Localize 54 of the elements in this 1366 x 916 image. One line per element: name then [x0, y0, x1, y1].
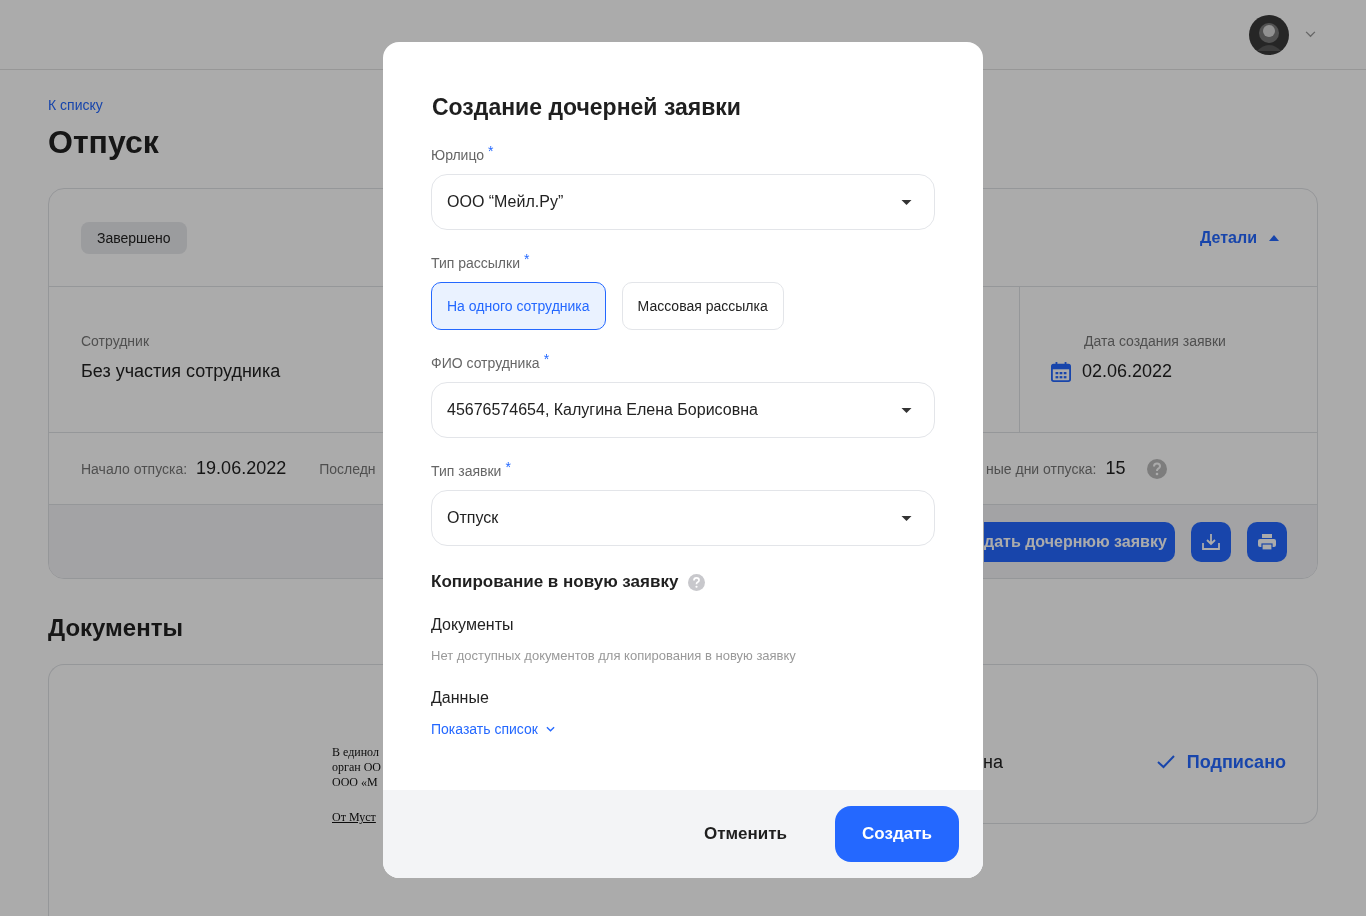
- vacation-start-value: 19.06.2022: [196, 458, 287, 479]
- select-field[interactable]: 45676574654, Калугина Елена Борисовна: [431, 382, 935, 438]
- vacation-start-label: Начало отпуска:: [81, 460, 188, 477]
- created-date-value: 02.06.2022: [1082, 361, 1173, 382]
- required-mark: *: [543, 350, 550, 368]
- calendar-icon: [1051, 361, 1071, 382]
- subsection-title: Документы: [431, 616, 515, 634]
- cancel-button[interactable]: Отменить: [703, 824, 787, 844]
- vacation-days-label: ные дни отпуска:: [986, 460, 1097, 477]
- select-field[interactable]: ООО “Мейл.Ру”: [431, 174, 935, 230]
- download-icon: [1201, 531, 1221, 552]
- field-label: Тип заявки: [431, 462, 502, 480]
- required-mark: *: [505, 458, 511, 476]
- caret-down-icon: [901, 515, 912, 521]
- caret-down-icon: [901, 407, 912, 413]
- option-chip[interactable]: Массовая рассылка: [621, 282, 784, 330]
- printer-icon: [1257, 531, 1277, 552]
- subsection-title: Данные: [431, 689, 490, 707]
- create-button[interactable]: Создать: [835, 806, 959, 862]
- vacation-days-value: 15: [1105, 458, 1126, 479]
- preview-text: орган ОО: [332, 760, 382, 775]
- empty-note: Нет доступных документов для копирования в новую заявку: [431, 648, 797, 663]
- field-label: Последн: [319, 460, 376, 477]
- created-date-label: Дата создания заявки: [1083, 333, 1227, 349]
- preview-text: От Муст: [332, 810, 377, 825]
- details-toggle[interactable]: Детали: [1200, 228, 1279, 247]
- show-list-link[interactable]: Показать список: [431, 721, 555, 737]
- required-mark: *: [524, 250, 530, 268]
- page-title: Отпуск: [48, 123, 159, 162]
- back-link[interactable]: К списку: [48, 97, 103, 113]
- check-icon: [1156, 755, 1175, 769]
- status-badge: Завершено: [81, 221, 187, 254]
- required-mark: *: [488, 142, 494, 160]
- preview-text: ООО «М: [332, 775, 379, 790]
- caret-down-icon: [901, 199, 912, 205]
- option-chip[interactable]: На одного сотрудника: [431, 282, 606, 330]
- employee-value: Без участия сотрудника: [81, 361, 282, 382]
- employee-label: Сотрудник: [81, 333, 150, 349]
- field-label: Юрлицо: [431, 146, 485, 164]
- download-button[interactable]: [1191, 521, 1231, 562]
- section-title: Копирование в новую заявку: [431, 572, 679, 592]
- documents-heading: Документы: [48, 613, 183, 643]
- chevron-down-icon[interactable]: [1305, 31, 1316, 38]
- field-label: ФИО сотрудника: [431, 354, 540, 372]
- select-field[interactable]: Отпуск: [431, 490, 935, 546]
- dialog-title: Создание дочерней заявки: [432, 93, 742, 121]
- print-button[interactable]: [1247, 521, 1287, 562]
- chevron-down-icon: [545, 726, 555, 732]
- caret-up-icon: [1269, 234, 1279, 241]
- create-child-button[interactable]: дать дочернюю заявку: [984, 521, 1175, 562]
- signed-label: Подписано: [1186, 751, 1286, 773]
- preview-text: В единол: [332, 745, 380, 760]
- field-label: Тип рассылки: [431, 254, 520, 272]
- signer-name: на: [983, 751, 1003, 773]
